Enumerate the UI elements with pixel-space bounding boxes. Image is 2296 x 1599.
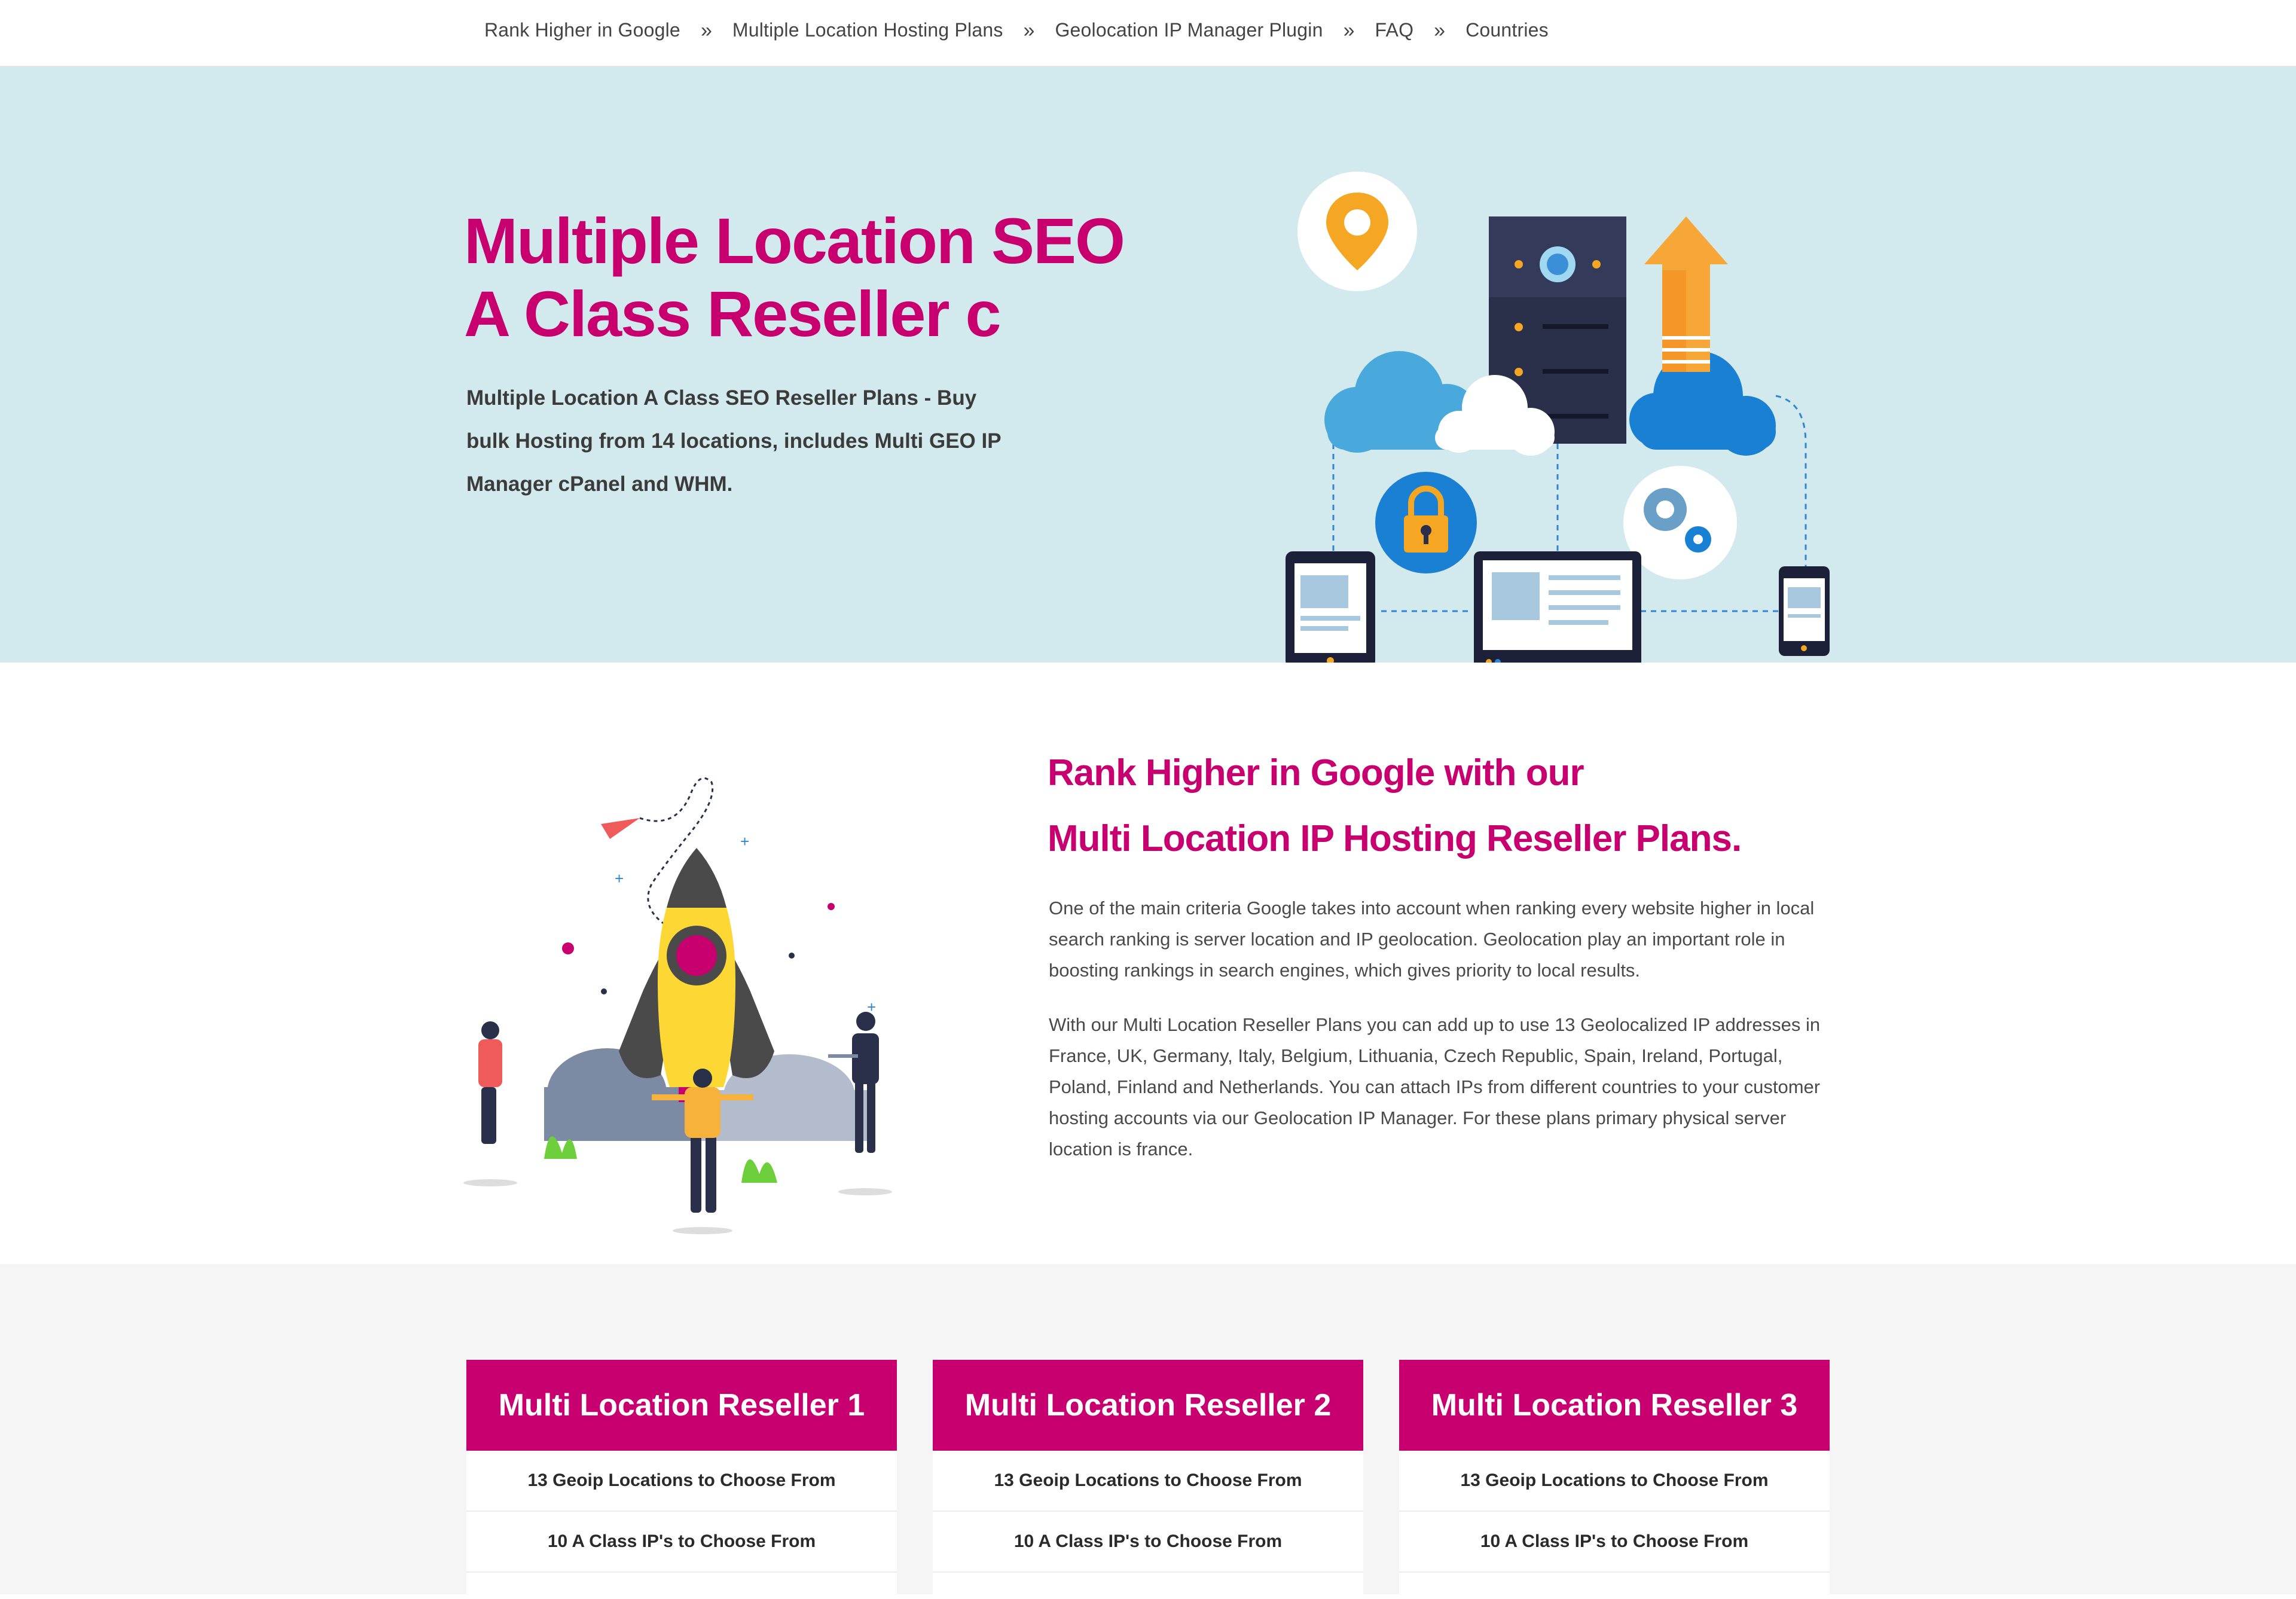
plan-feature: 13 Geoip Locations to Choose From	[933, 1451, 1363, 1512]
plan-title: Multi Location Reseller 3	[1399, 1360, 1830, 1451]
nav-link-faq[interactable]: FAQ	[1375, 19, 1414, 41]
svg-text:+: +	[740, 832, 749, 850]
double-chevron-right-icon: »	[1023, 19, 1035, 42]
breadcrumb-menu: Rank Higher in Google » Multiple Locatio…	[484, 19, 1549, 41]
plan-title: Multi Location Reseller 2	[933, 1360, 1363, 1451]
plan-card-3: Multi Location Reseller 3 13 Geoip Locat…	[1399, 1360, 1830, 1599]
nav-link-countries[interactable]: Countries	[1465, 19, 1549, 41]
rank-higher-section: + + + Rank Higher in Google with our Mul…	[0, 663, 2296, 1264]
plan-feature: 10 A Class IP's to Choose From	[466, 1512, 897, 1573]
double-chevron-right-icon: »	[1434, 19, 1446, 42]
hero-title: Multiple Location SEO A Class Reseller c	[464, 205, 1181, 350]
plan-feature: 10 A Class IP's to Choose From	[1399, 1512, 1830, 1573]
top-navigation: Rank Higher in Google » Multiple Locatio…	[0, 0, 2296, 67]
plan-feature: 13 Geoip Locations to Choose From	[1399, 1451, 1830, 1512]
section-heading-line2: Multi Location IP Hosting Reseller Plans…	[1048, 818, 1742, 859]
rocket-launch-illustration: +++	[463, 777, 892, 1234]
section-paragraph-1: One of the main criteria Google takes in…	[1049, 898, 1815, 981]
nav-link-hosting-plans[interactable]: Multiple Location Hosting Plans	[732, 19, 1003, 41]
plan-feature: 10 A Class IP's to Choose From	[933, 1512, 1363, 1573]
hero-section: Multiple Location SEO A Class Reseller c…	[0, 67, 2296, 671]
hero-title-line2: A Class Reseller c	[464, 277, 1002, 350]
plans-section: Multi Location Reseller 1 13 Geoip Locat…	[0, 1264, 2296, 1599]
cloud-server-network-illustration	[1286, 172, 1830, 671]
hero-description: Multiple Location A Class SEO Reseller P…	[466, 386, 1001, 496]
svg-text:+: +	[615, 869, 624, 887]
section-heading: Rank Higher in Google with our Multi Loc…	[1048, 740, 1885, 872]
section-paragraph-2: With our Multi Location Reseller Plans y…	[1049, 1014, 1821, 1159]
double-chevron-right-icon: »	[700, 19, 712, 42]
plan-title: Multi Location Reseller 1	[466, 1360, 897, 1451]
plan-card-1: Multi Location Reseller 1 13 Geoip Locat…	[466, 1360, 897, 1599]
plan-card-2: Multi Location Reseller 2 13 Geoip Locat…	[933, 1360, 1363, 1599]
hero-title-line1: Multiple Location SEO	[464, 205, 1125, 277]
double-chevron-right-icon: »	[1343, 19, 1355, 42]
plan-feature: 13 Geoip Locations to Choose From	[466, 1451, 897, 1512]
section-heading-line1: Rank Higher in Google with our	[1048, 752, 1584, 794]
nav-link-geolocation-plugin[interactable]: Geolocation IP Manager Plugin	[1055, 19, 1323, 41]
nav-link-rank-higher[interactable]: Rank Higher in Google	[484, 19, 680, 41]
